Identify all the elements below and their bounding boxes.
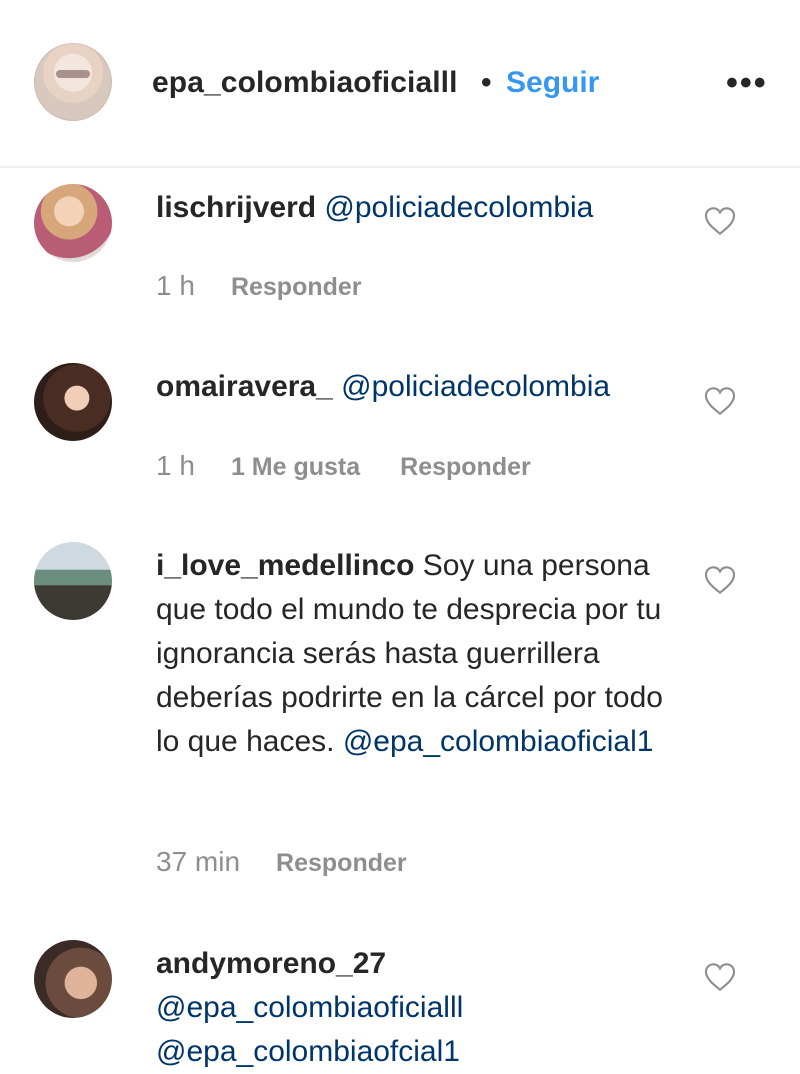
comment-body: i_love_medellinco Soy una persona que to… xyxy=(156,544,686,764)
comment-mention[interactable]: @epa_colombiaoficialll xyxy=(156,991,463,1024)
heart-icon[interactable] xyxy=(704,565,736,595)
heart-icon[interactable] xyxy=(704,962,736,992)
commenter-username[interactable]: i_love_medellinco xyxy=(156,549,414,582)
heart-icon[interactable] xyxy=(704,386,736,416)
comment-meta: 1 h 1 Me gusta Responder xyxy=(156,450,531,482)
commenter-avatar[interactable] xyxy=(34,940,112,1018)
comment-meta: 37 min Responder xyxy=(156,846,407,878)
comment-mention[interactable]: @epa_colombiaofcial1 xyxy=(156,1035,460,1068)
comment-likes-count[interactable]: 1 Me gusta xyxy=(231,453,360,481)
header-divider xyxy=(0,166,800,168)
comment-meta: 1 h Responder xyxy=(156,270,362,302)
comment-mention[interactable]: @policiadecolombia xyxy=(341,370,610,403)
post-header: epa_colombiaoficialll • Seguir ••• xyxy=(0,0,800,166)
commenter-avatar[interactable] xyxy=(34,184,112,262)
commenter-username[interactable]: lischrijverd xyxy=(156,191,316,224)
follow-button[interactable]: Seguir xyxy=(506,66,599,100)
commenter-username[interactable]: andymoreno_27 xyxy=(156,947,386,980)
reply-button[interactable]: Responder xyxy=(231,273,362,301)
post-author-username[interactable]: epa_colombiaoficialll xyxy=(152,66,458,100)
comment-body: andymoreno_27 @epa_colombiaoficialll @ep… xyxy=(156,942,686,1074)
comment-mention[interactable]: @policiadecolombia xyxy=(324,191,593,224)
commenter-avatar[interactable] xyxy=(34,363,112,441)
comment-time: 37 min xyxy=(156,846,241,877)
post-author-avatar[interactable] xyxy=(34,43,112,121)
comment-mention[interactable]: @epa_colombiaoficial1 xyxy=(343,725,654,758)
reply-button[interactable]: Responder xyxy=(400,453,531,481)
comment-body: lischrijverd @policiadecolombia xyxy=(156,186,686,230)
commenter-avatar[interactable] xyxy=(34,542,112,620)
comment-body: omairavera_ @policiadecolombia xyxy=(156,365,686,409)
comment-time: 1 h xyxy=(156,270,195,301)
reply-button[interactable]: Responder xyxy=(276,849,407,877)
more-options-icon[interactable]: ••• xyxy=(726,64,768,103)
heart-icon[interactable] xyxy=(704,206,736,236)
header-separator: • xyxy=(481,66,492,99)
avatar-glasses xyxy=(56,70,90,78)
comment-time: 1 h xyxy=(156,450,195,481)
commenter-username[interactable]: omairavera_ xyxy=(156,370,333,403)
